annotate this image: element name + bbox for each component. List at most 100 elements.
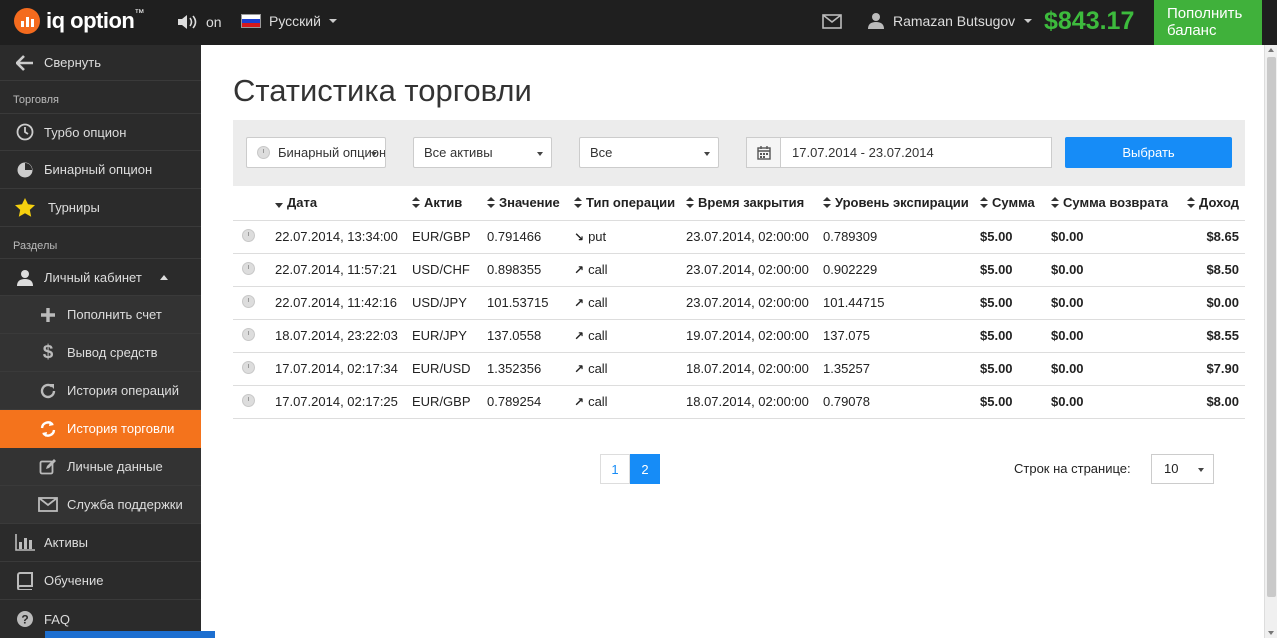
sidebar-collapse[interactable]: Свернуть (0, 45, 201, 81)
operation-type-label: call (588, 328, 608, 343)
sidebar-item-trade-history[interactable]: История торговли (0, 410, 201, 448)
sidebar-item-label: Бинарный опцион (44, 162, 153, 177)
option-type-select[interactable]: Бинарный опцион (246, 137, 386, 168)
scroll-down-icon[interactable] (1268, 631, 1274, 635)
column-header-asset[interactable]: Актив (412, 186, 487, 221)
cell-amount: $5.00 (980, 286, 1051, 320)
sort-icon (412, 196, 420, 211)
chevron-down-icon (1198, 468, 1204, 472)
cell-asset: EUR/USD (412, 352, 487, 386)
calendar-icon[interactable] (746, 137, 781, 168)
cell-operation-type: ↗ call (574, 286, 686, 320)
sidebar-item-turbo[interactable]: Турбо опцион (0, 113, 201, 151)
column-header-income[interactable]: Доход (1175, 186, 1245, 221)
row-clock-cell (233, 253, 275, 287)
language-label: Русский (269, 13, 321, 29)
sidebar-item-personal-data[interactable]: Личные данные (0, 448, 201, 486)
logo-tm: ™ (134, 7, 145, 19)
language-dropdown[interactable]: Русский (241, 13, 337, 29)
topup-line1: Пополнить (1167, 5, 1243, 22)
arrow-up-right-icon: ↗ (574, 362, 585, 376)
column-header-operation-type[interactable]: Тип операции (574, 186, 686, 221)
sidebar-item-deposit[interactable]: Пополнить счет (0, 296, 201, 334)
sidebar: Свернуть Торговля Турбо опцион Бинарный … (0, 45, 215, 638)
sidebar-item-withdraw[interactable]: $ Вывод средств (0, 334, 201, 372)
column-header-date[interactable]: Дата (275, 186, 412, 221)
sidebar-item-label: Турбо опцион (44, 124, 127, 140)
topup-line2: баланс (1167, 22, 1217, 39)
cell-date: 22.07.2014, 11:57:21 (275, 253, 412, 287)
cell-expiry-level: 0.902229 (823, 253, 980, 287)
user-menu[interactable]: Ramazan Butsugov (868, 12, 1033, 29)
operation-value: Все (590, 145, 613, 160)
sidebar-item-operation-history[interactable]: История операций (0, 372, 201, 410)
top-bar: iq option ™ on Русский Ramazan Butsugov … (0, 0, 1277, 45)
column-header-label: Дата (287, 194, 318, 210)
arrow-down-right-icon: ↘ (574, 230, 585, 244)
logo[interactable]: iq option ™ (14, 8, 144, 34)
vertical-scrollbar[interactable] (1264, 45, 1277, 638)
cell-amount: $5.00 (980, 319, 1051, 353)
table-header-row: Дата Актив Значение Тип операции Время з… (233, 186, 1245, 221)
operation-type-label: call (588, 262, 608, 277)
sidebar-item-support[interactable]: Служба поддержки (0, 486, 201, 524)
sidebar-item-label: Служба поддержки (67, 497, 183, 512)
sidebar-item-label: Вывод средств (67, 345, 158, 360)
sidebar-item-label: Свернуть (44, 55, 102, 70)
column-header-close-time[interactable]: Время закрытия (686, 186, 823, 221)
column-header-expiry-level[interactable]: Уровень экспирации (823, 186, 980, 221)
date-range-input[interactable]: 17.07.2014 - 23.07.2014 (780, 137, 1052, 168)
arrow-left-icon (14, 52, 36, 74)
chat-widget[interactable] (45, 631, 215, 638)
refresh-icon (37, 380, 59, 402)
clock-icon (14, 159, 36, 181)
sidebar-item-cabinet[interactable]: Личный кабинет (0, 258, 201, 296)
sidebar-item-education[interactable]: Обучение (0, 562, 201, 600)
sort-desc-icon (275, 196, 283, 211)
question-icon: ? (14, 608, 36, 630)
sort-icon (980, 196, 988, 211)
cell-date: 17.07.2014, 02:17:34 (275, 352, 412, 386)
operation-select[interactable]: Все (579, 137, 719, 168)
cell-amount: $5.00 (980, 352, 1051, 386)
column-header-value[interactable]: Значение (487, 186, 574, 221)
clock-icon (242, 294, 255, 308)
cell-expiry-level: 0.79078 (823, 385, 980, 419)
cell-asset: USD/JPY (412, 286, 487, 320)
column-header-refund[interactable]: Сумма возврата (1051, 186, 1175, 221)
cell-income: $8.65 (1175, 220, 1245, 254)
sort-icon (487, 196, 495, 211)
trades-table-body: 22.07.2014, 13:34:00 EUR/GBP 0.791466 ↘ put 2… (233, 220, 1245, 419)
svg-text:?: ? (21, 613, 28, 627)
sort-icon (574, 196, 582, 211)
cell-close-time: 18.07.2014, 02:00:00 (686, 385, 823, 419)
cell-income: $7.90 (1175, 352, 1245, 386)
mail-icon[interactable] (822, 14, 842, 34)
clock-icon (257, 146, 270, 159)
scroll-up-icon[interactable] (1268, 48, 1274, 52)
sound-toggle[interactable]: on (176, 13, 222, 31)
scroll-thumb[interactable] (1267, 57, 1276, 597)
speaker-icon (178, 15, 197, 29)
column-header-label: Сумма возврата (1063, 194, 1169, 210)
rows-per-page-select[interactable]: 10 (1151, 454, 1214, 484)
clock-icon (242, 393, 255, 407)
sidebar-item-assets[interactable]: Активы (0, 524, 201, 562)
sidebar-item-label: История торговли (67, 421, 175, 436)
cell-value: 0.898355 (487, 253, 574, 287)
book-icon (14, 570, 36, 592)
sidebar-item-binary[interactable]: Бинарный опцион (0, 151, 201, 189)
cell-asset: USD/CHF (412, 253, 487, 287)
user-name: Ramazan Butsugov (893, 12, 1016, 29)
assets-select[interactable]: Все активы (413, 137, 552, 168)
column-header-amount[interactable]: Сумма (980, 186, 1051, 221)
sidebar-item-tournaments[interactable]: Турниры (0, 189, 201, 227)
sort-icon (1051, 196, 1059, 211)
topup-balance-button[interactable]: Пополнить баланс (1154, 0, 1262, 45)
page-button-1[interactable]: 1 (600, 454, 630, 484)
table-row: 22.07.2014, 11:57:21 USD/CHF 0.898355 ↗ call… (233, 253, 1245, 287)
clock-icon (242, 261, 255, 275)
choose-button[interactable]: Выбрать (1065, 137, 1232, 168)
sound-label: on (206, 14, 222, 30)
page-button-2[interactable]: 2 (630, 454, 660, 484)
